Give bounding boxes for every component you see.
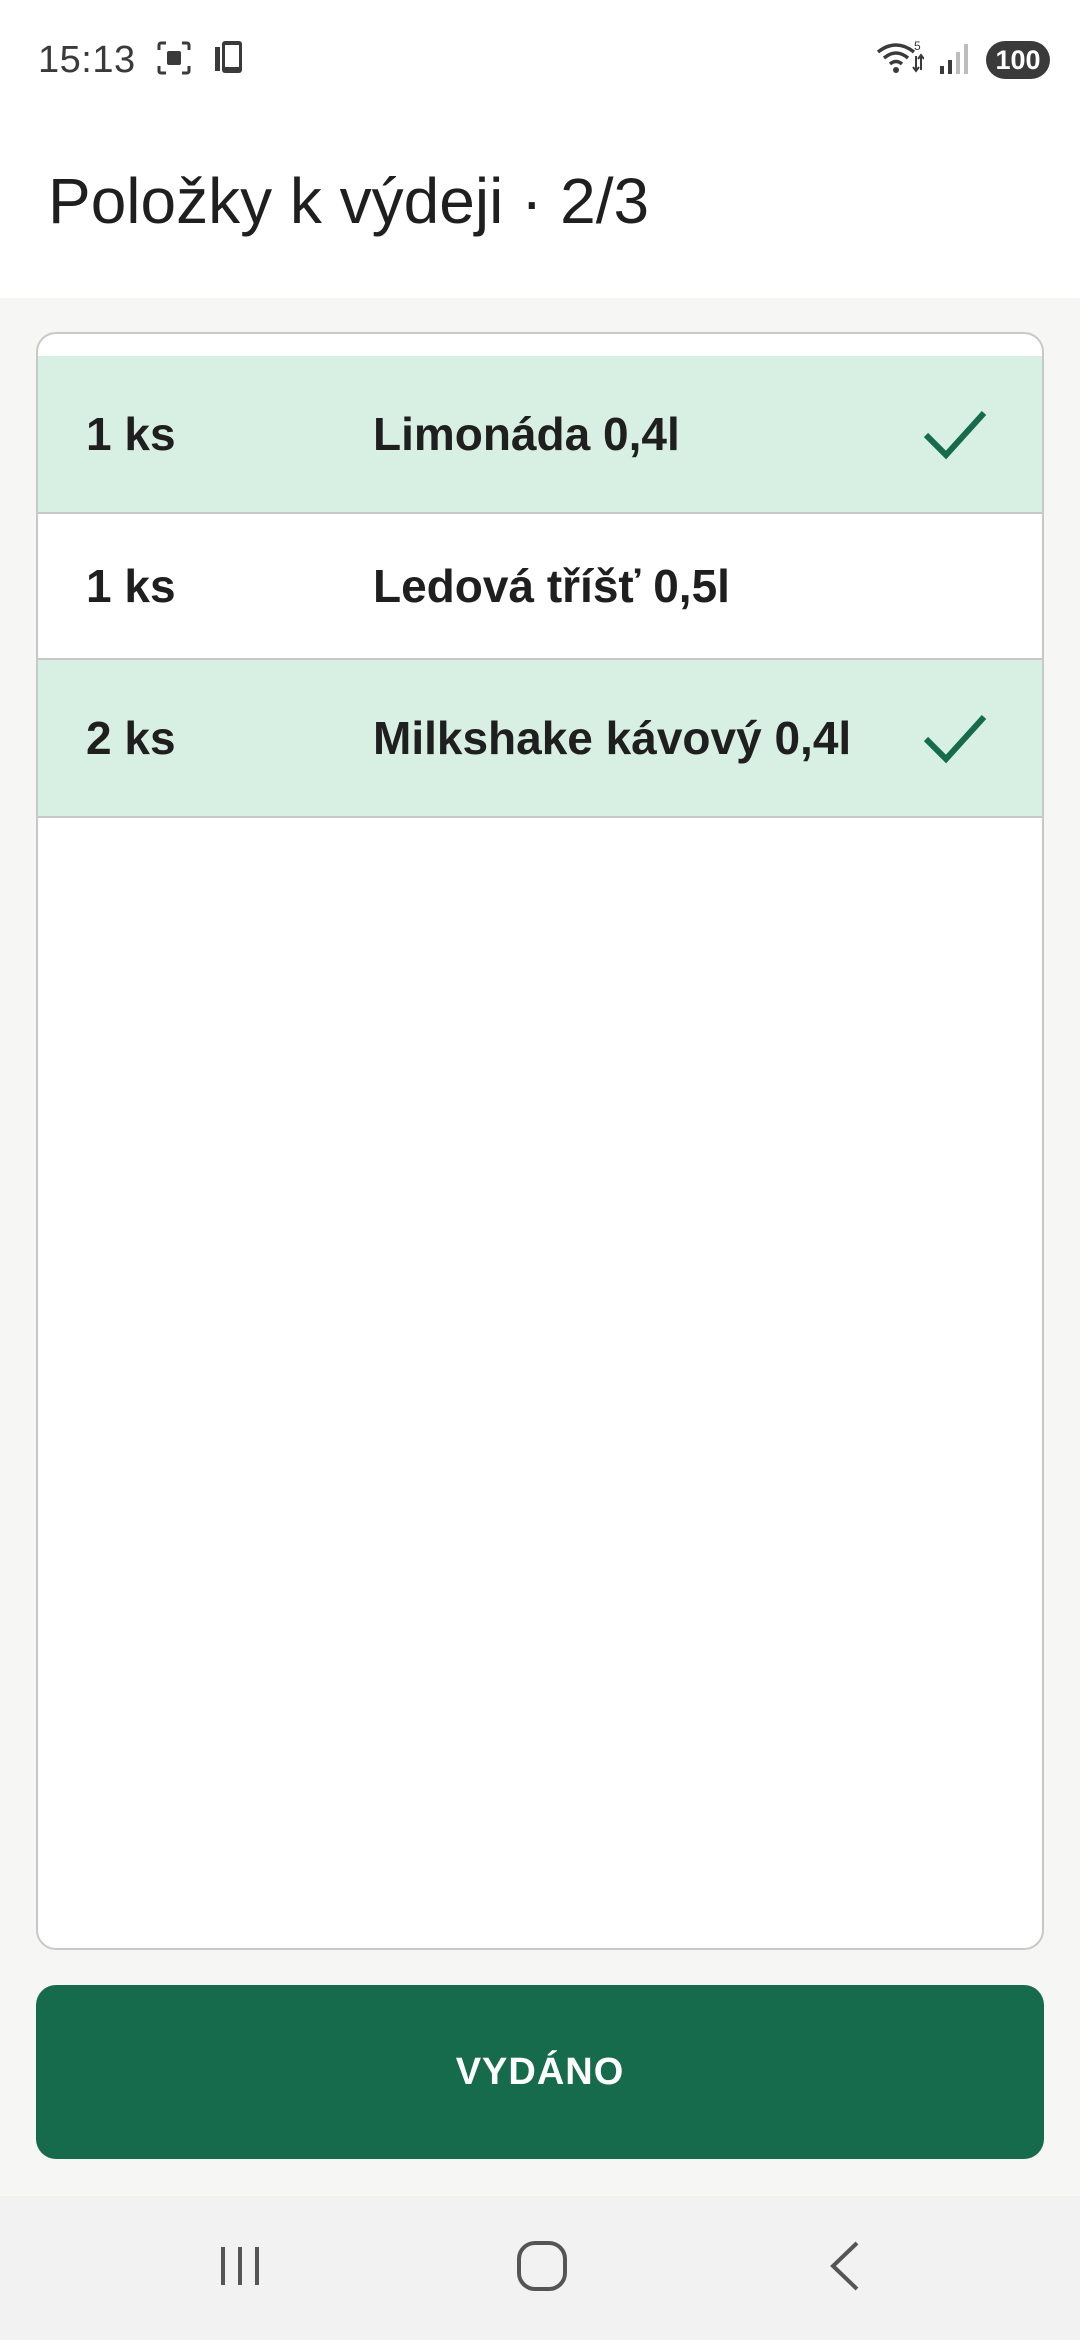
- item-name: Milkshake kávový 0,4l: [373, 712, 852, 764]
- header: Položky k výdeji · 2/3: [0, 120, 1080, 298]
- navigation-bar: [0, 2196, 1080, 2340]
- home-icon: [515, 2239, 569, 2298]
- recent-apps-button[interactable]: [160, 2196, 320, 2340]
- battery-indicator: 100: [986, 41, 1050, 79]
- phone-icon: [212, 39, 248, 82]
- status-left: 15:13: [38, 39, 248, 82]
- items-list: 1 ks Limonáda 0,4l 1 ks Ledová tříšť 0,5…: [36, 332, 1044, 1950]
- item-quantity: 2 ks: [86, 712, 176, 764]
- item-quantity: 1 ks: [86, 408, 176, 460]
- svg-text:5: 5: [914, 40, 921, 53]
- screenshot-icon: [156, 40, 192, 81]
- recent-apps-icon: [215, 2241, 265, 2296]
- item-name: Ledová tříšť 0,5l: [373, 560, 730, 612]
- back-button[interactable]: [766, 2196, 926, 2340]
- check-icon: [920, 399, 990, 469]
- wifi-icon: 5: [876, 39, 925, 81]
- signal-icon: [938, 40, 972, 81]
- status-time: 15:13: [38, 38, 136, 81]
- page-title: Položky k výdeji · 2/3: [48, 165, 650, 237]
- back-icon: [821, 2239, 871, 2298]
- list-item[interactable]: 1 ks Limonáda 0,4l: [38, 356, 1042, 514]
- status-right: 5 100: [876, 39, 1050, 81]
- item-name: Limonáda 0,4l: [373, 408, 680, 460]
- item-quantity: 1 ks: [86, 560, 176, 612]
- home-button[interactable]: [462, 2196, 622, 2340]
- vydano-button[interactable]: VYDÁNO: [36, 1985, 1044, 2159]
- list-item[interactable]: 1 ks Ledová tříšť 0,5l: [38, 514, 1042, 660]
- list-item[interactable]: 2 ks Milkshake kávový 0,4l: [38, 660, 1042, 818]
- check-icon: [920, 703, 990, 773]
- status-bar: 15:13 5 100: [0, 0, 1080, 120]
